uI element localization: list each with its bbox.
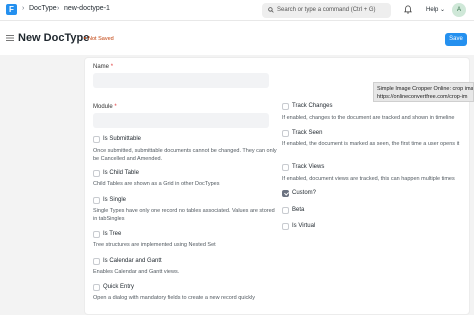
checkbox[interactable]	[93, 258, 100, 265]
checkbox[interactable]	[93, 197, 100, 204]
checkbox[interactable]	[282, 207, 289, 214]
required-mark: *	[114, 104, 117, 110]
module-label: Module *	[93, 104, 117, 110]
checkbox-label: Track Seen	[292, 130, 323, 136]
checkbox-description: If enabled, the document is marked as se…	[282, 141, 460, 147]
avatar[interactable]: A	[452, 3, 466, 17]
name-label-text: Name	[93, 64, 110, 70]
checkbox[interactable]	[282, 223, 289, 230]
help-label: Help	[426, 7, 439, 13]
checkbox-label: Track Views	[292, 164, 325, 170]
checkbox-label: Beta	[292, 207, 305, 213]
checkbox-label: Is Virtual	[292, 223, 316, 229]
checkbox[interactable]	[93, 136, 100, 143]
module-label-text: Module	[93, 104, 113, 110]
checkbox-description: Open a dialog with mandatory fields to c…	[93, 295, 256, 301]
checkbox-description: Enables Calendar and Gantt views.	[93, 269, 180, 275]
checkbox-label: Is Single	[103, 197, 127, 203]
required-mark: *	[110, 64, 114, 70]
chevron-right-icon: ›	[57, 5, 60, 12]
status-text: Not Saved	[88, 36, 114, 42]
checkbox-description: Tree structures are implemented using Ne…	[93, 242, 216, 248]
sidebar-toggle-icon[interactable]	[6, 35, 14, 41]
checkbox-label: Is Child Table	[103, 170, 139, 176]
name-label: Name *	[93, 64, 113, 70]
page-title: New DocType	[18, 32, 90, 44]
page-head: New DocType Not Saved Save	[0, 21, 474, 55]
search-bar[interactable]: Search or type a command (Ctrl + G)	[262, 3, 391, 18]
checkbox-label: Quick Entry	[103, 284, 135, 290]
checkbox-description: Once submitted, submittable documents ca…	[93, 148, 277, 162]
checkbox-description: Single Types have only one record no tab…	[93, 208, 275, 222]
link-tooltip: Simple Image Cropper Online: crop ima ht…	[373, 82, 474, 102]
tooltip-url: https://onlineconvertfree.com/crop-im	[377, 94, 468, 100]
checkbox-label: Custom?	[292, 190, 317, 196]
app-logo[interactable]: F	[6, 4, 17, 15]
checkbox[interactable]	[282, 130, 289, 137]
checkbox-description: Child Tables are shown as a Grid in othe…	[93, 181, 220, 187]
bell-icon[interactable]	[404, 5, 412, 14]
breadcrumb-doctype[interactable]: DocType	[29, 5, 57, 12]
checkbox-description: If enabled, document views are tracked, …	[282, 176, 455, 182]
checkbox[interactable]	[93, 231, 100, 238]
save-button[interactable]: Save	[445, 33, 467, 46]
checkbox[interactable]	[93, 170, 100, 177]
checkbox-description: If enabled, changes to the document are …	[282, 115, 455, 121]
checkbox[interactable]	[282, 103, 289, 110]
checkbox-label: Is Submittable	[103, 136, 142, 142]
search-input[interactable]: Search or type a command (Ctrl + G)	[277, 7, 376, 13]
breadcrumb-current[interactable]: new-doctype-1	[64, 5, 110, 12]
checkbox-label: Is Tree	[103, 231, 122, 237]
checkbox[interactable]	[93, 284, 100, 291]
checkbox-label: Track Changes	[292, 103, 333, 109]
module-input[interactable]	[93, 113, 269, 128]
chevron-right-icon: ›	[22, 5, 25, 12]
checkbox[interactable]	[282, 164, 289, 171]
status-dot-icon	[84, 37, 86, 39]
checkbox-label: Is Calendar and Gantt	[103, 258, 162, 264]
status-badge: Not Saved	[84, 36, 114, 42]
chevron-down-icon: ⌄	[440, 7, 446, 13]
top-navbar: F › DocType › new-doctype-1 Search or ty…	[0, 0, 474, 21]
tooltip-title: Simple Image Cropper Online: crop ima	[377, 86, 474, 92]
checkbox[interactable]	[282, 190, 289, 197]
name-input[interactable]	[93, 73, 269, 88]
search-icon	[268, 7, 274, 13]
help-menu[interactable]: Help ⌄	[426, 6, 445, 13]
